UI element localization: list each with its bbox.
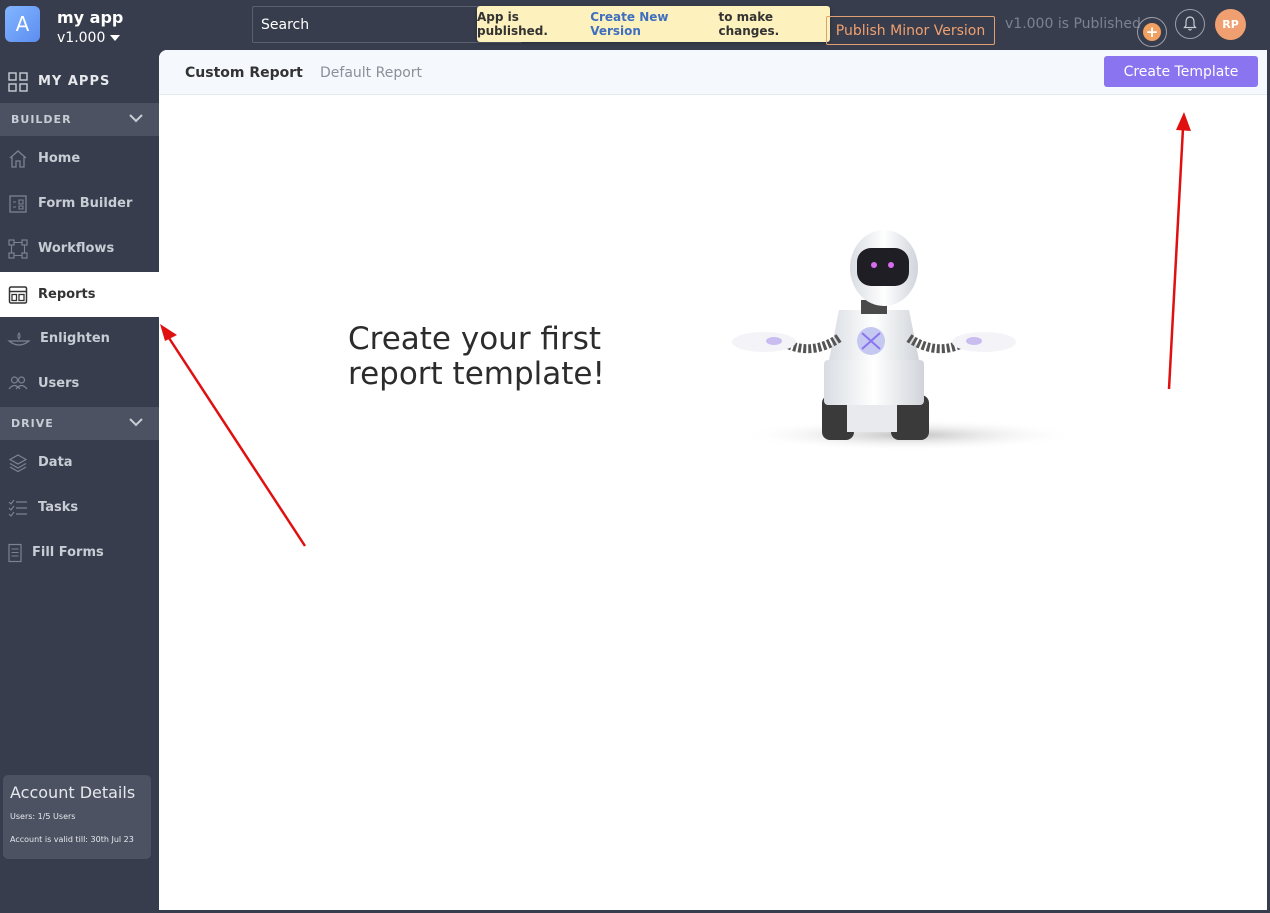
- sidebar-item-label: Users: [38, 376, 80, 391]
- sidebar-item-label: Reports: [38, 287, 96, 302]
- lamp-icon: [7, 328, 31, 350]
- sidebar-item-label: Data: [38, 455, 73, 470]
- empty-state-line-2: report template!: [348, 356, 605, 392]
- app-logo[interactable]: A: [5, 6, 40, 42]
- sidebar-item-my-apps[interactable]: MY APPS: [0, 59, 159, 104]
- sidebar-item-label: MY APPS: [38, 74, 111, 89]
- sidebar: MY APPS BUILDER Home Form Builder Workfl…: [0, 50, 159, 913]
- account-details-card: Account Details Users: 1/5 Users Account…: [3, 775, 151, 859]
- top-bar: A my app v1.000 App is published. Create…: [0, 0, 1270, 50]
- sidebar-item-label: Fill Forms: [32, 545, 104, 560]
- form-icon: [7, 193, 29, 215]
- bell-icon: [1183, 16, 1197, 31]
- tab-default-report[interactable]: Default Report: [320, 65, 422, 81]
- sidebar-item-enlighten[interactable]: Enlighten: [0, 316, 159, 361]
- notifications-button[interactable]: [1175, 9, 1205, 39]
- section-drive[interactable]: DRIVE: [0, 407, 159, 440]
- report-icon: [7, 284, 29, 306]
- sidebar-item-workflows[interactable]: Workflows: [0, 226, 159, 271]
- report-tabs-bar: Custom Report Default Report Create Temp…: [159, 50, 1267, 95]
- published-status: v1.000 is Published: [1005, 16, 1141, 32]
- tasks-icon: [7, 497, 29, 519]
- workflow-icon: [7, 238, 29, 260]
- publish-minor-version-button[interactable]: Publish Minor Version: [826, 16, 995, 45]
- version-label: v1.000: [57, 30, 106, 46]
- chevron-down-icon: [129, 418, 143, 427]
- published-notice: App is published. Create New Version to …: [477, 6, 830, 42]
- chevron-down-icon: [129, 114, 143, 123]
- sidebar-item-reports[interactable]: Reports: [0, 272, 159, 317]
- account-users: Users: 1/5 Users: [10, 812, 76, 821]
- create-template-button[interactable]: Create Template: [1104, 56, 1258, 87]
- empty-state-message: Create your first report template!: [348, 322, 648, 392]
- account-details-title: Account Details: [10, 783, 136, 802]
- sidebar-item-label: Tasks: [38, 500, 79, 515]
- sidebar-item-tasks[interactable]: Tasks: [0, 485, 159, 530]
- sidebar-item-fill-forms[interactable]: Fill Forms: [0, 530, 159, 575]
- notice-text: App is published.: [477, 10, 548, 38]
- create-new-version-link[interactable]: Create New Version: [590, 10, 714, 38]
- add-button[interactable]: +: [1137, 17, 1167, 47]
- sidebar-item-label: Enlighten: [40, 331, 110, 346]
- tab-custom-report[interactable]: Custom Report: [185, 65, 303, 81]
- caret-down-icon: [110, 35, 121, 41]
- user-avatar[interactable]: RP: [1215, 9, 1246, 40]
- grid-icon: [7, 71, 29, 93]
- sidebar-item-label: Home: [38, 151, 81, 166]
- sidebar-item-users[interactable]: Users: [0, 361, 159, 406]
- document-icon: [4, 542, 26, 564]
- notice-suffix: to make changes.: [718, 10, 780, 38]
- app-name: my app: [57, 8, 124, 27]
- plus-icon: +: [1143, 23, 1161, 41]
- robot-illustration: [732, 230, 1069, 451]
- sidebar-item-label: Workflows: [38, 241, 115, 256]
- home-icon: [7, 148, 29, 170]
- section-title: DRIVE: [11, 417, 54, 430]
- sidebar-item-data[interactable]: Data: [0, 440, 159, 485]
- section-builder[interactable]: BUILDER: [0, 103, 159, 136]
- sidebar-item-form-builder[interactable]: Form Builder: [0, 181, 159, 226]
- account-valid-till: Account is valid till: 30th Jul 23: [10, 835, 134, 844]
- users-icon: [7, 373, 29, 395]
- sidebar-item-home[interactable]: Home: [0, 136, 159, 181]
- empty-state-line-1: Create your first: [348, 321, 601, 357]
- version-dropdown[interactable]: v1.000: [57, 30, 121, 46]
- layers-icon: [7, 452, 29, 474]
- sidebar-item-label: Form Builder: [38, 196, 133, 211]
- section-title: BUILDER: [11, 113, 72, 126]
- main-panel: Custom Report Default Report Create Temp…: [159, 50, 1267, 910]
